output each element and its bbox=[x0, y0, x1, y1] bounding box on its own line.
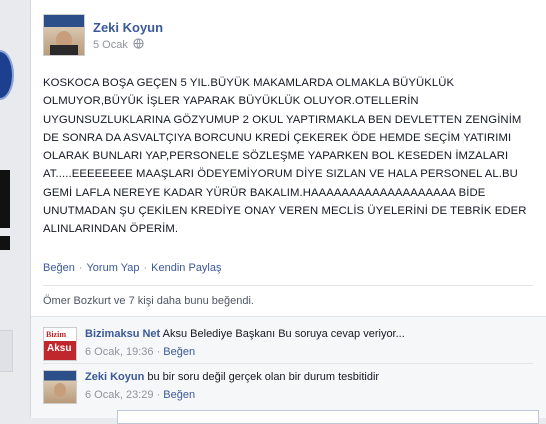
comment-link[interactable]: Yorum Yap bbox=[86, 262, 139, 274]
comments-section: Bizim Aksu Bizimaksu Net Aksu Belediye B… bbox=[31, 316, 546, 418]
divider bbox=[43, 285, 533, 286]
comment-body: Zeki Koyun bu bir soru değil gerçek olan… bbox=[85, 371, 525, 401]
post-author-name[interactable]: Zeki Koyun bbox=[93, 20, 163, 35]
reply-input[interactable] bbox=[117, 410, 539, 424]
comment-time[interactable]: 6 Ocak, 19:36 bbox=[85, 346, 154, 358]
post-body-text: KOSKOCA BOŞA GEÇEN 5 YIL.BÜYÜK MAKAMLARD… bbox=[43, 77, 527, 236]
comment-like-link[interactable]: Beğen bbox=[163, 389, 195, 401]
comment-meta: 6 Ocak, 19:36 · Beğen bbox=[85, 346, 525, 358]
commenter-avatar[interactable] bbox=[43, 370, 77, 404]
separator: · bbox=[156, 389, 161, 401]
post-actions: Beğen · Yorum Yap · Kendin Paylaş bbox=[43, 262, 222, 274]
comment-author[interactable]: Bizimaksu Net bbox=[85, 328, 160, 340]
comment-time[interactable]: 6 Ocak, 23:29 bbox=[85, 389, 154, 401]
avatar-suit bbox=[50, 45, 78, 55]
globe-icon[interactable] bbox=[133, 38, 144, 52]
partial-dark-image-small bbox=[0, 236, 10, 250]
comment-text: Aksu Belediye Başkanı Bu soruya cevap ve… bbox=[162, 328, 405, 340]
likes-summary[interactable]: Ömer Bozkurt ve 7 kişi daha bunu beğendi… bbox=[43, 295, 254, 307]
divider bbox=[43, 363, 533, 364]
separator: · bbox=[156, 346, 161, 358]
left-background-strip bbox=[0, 0, 24, 417]
like-link[interactable]: Beğen bbox=[43, 262, 75, 274]
avatar-logo-text: Bizim bbox=[46, 330, 66, 339]
comment-text: bu bir soru değil gerçek olan bir durum … bbox=[147, 371, 380, 383]
partial-logo bbox=[0, 50, 14, 100]
post-meta: 5 Ocak bbox=[93, 38, 144, 52]
commenter-avatar[interactable]: Bizim Aksu bbox=[43, 327, 77, 361]
author-avatar[interactable] bbox=[43, 14, 85, 56]
partial-panel bbox=[0, 330, 13, 372]
post-card: Zeki Koyun 5 Ocak KOSKOCA BOŞA GEÇEN 5 Y… bbox=[30, 0, 546, 424]
comment-like-link[interactable]: Beğen bbox=[163, 346, 195, 358]
post-date[interactable]: 5 Ocak bbox=[93, 39, 128, 51]
comment-body: Bizimaksu Net Aksu Belediye Başkanı Bu s… bbox=[85, 328, 525, 358]
comment-meta: 6 Ocak, 23:29 · Beğen bbox=[85, 389, 525, 401]
separator: · bbox=[143, 262, 148, 274]
avatar-logo-text: Aksu bbox=[47, 343, 72, 354]
avatar-face bbox=[54, 383, 66, 397]
comment-author[interactable]: Zeki Koyun bbox=[85, 371, 144, 383]
partial-dark-image bbox=[0, 170, 10, 228]
separator: · bbox=[78, 262, 83, 274]
share-link[interactable]: Kendin Paylaş bbox=[151, 262, 221, 274]
